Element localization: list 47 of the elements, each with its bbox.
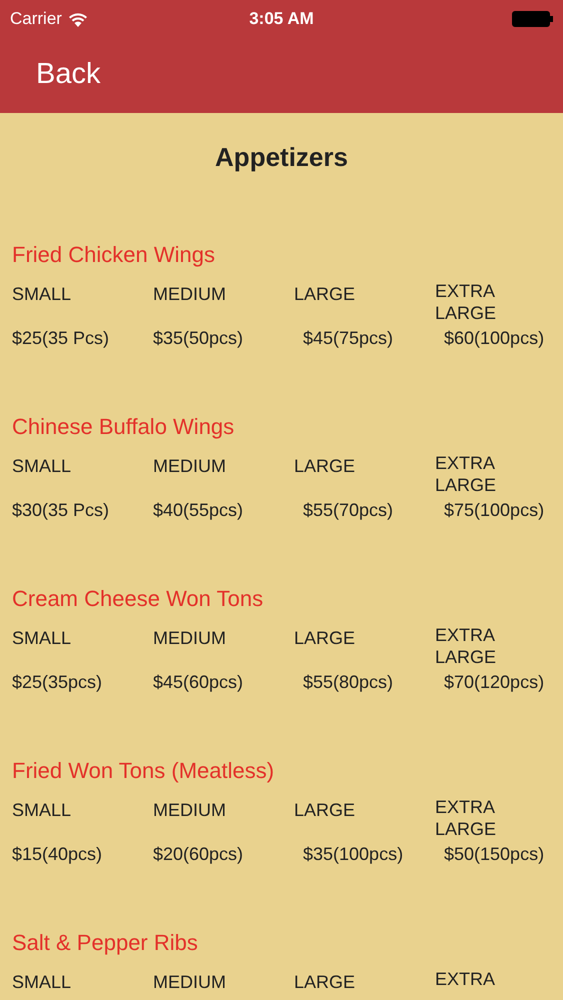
size-label: EXTRA <box>435 968 496 990</box>
page-title: Appetizers <box>215 140 348 174</box>
price-label: $35(100pcs) <box>303 843 404 865</box>
size-label: MEDIUM <box>153 971 226 993</box>
price-label: $25(35 Pcs) <box>12 327 110 349</box>
price-label: $45(75pcs) <box>303 327 394 349</box>
item-name: Fried Won Tons (Meatless) <box>12 757 276 785</box>
price-label: $60(100pcs) <box>444 327 544 349</box>
wifi-icon <box>68 12 88 26</box>
price-label: $15(40pcs) <box>12 843 102 865</box>
price-label: $45(60pcs) <box>153 671 244 693</box>
size-label: MEDIUM <box>153 283 226 305</box>
size-label: LARGE <box>294 455 356 477</box>
size-label: LARGE <box>294 283 356 305</box>
price-label: $40(55pcs) <box>153 499 244 521</box>
item-name: Chinese Buffalo Wings <box>12 413 236 441</box>
size-label: MEDIUM <box>153 627 226 649</box>
size-label: SMALL <box>12 627 72 649</box>
item-name: Fried Chicken Wings <box>12 241 216 269</box>
size-label: LARGE <box>294 627 356 649</box>
size-label: MEDIUM <box>153 799 226 821</box>
size-label: SMALL <box>12 971 72 993</box>
size-label: EXTRA LARGE <box>435 452 498 496</box>
size-label: LARGE <box>294 971 356 993</box>
clock-time: 3:05 AM <box>249 8 314 30</box>
price-label: $75(100pcs) <box>444 499 544 521</box>
price-label: $50(150pcs) <box>444 843 544 865</box>
price-label: $70(120pcs) <box>444 671 544 693</box>
item-name: Cream Cheese Won Tons <box>12 585 264 613</box>
size-label: SMALL <box>12 799 72 821</box>
item-name: Salt & Pepper Ribs <box>12 929 199 957</box>
size-label: EXTRA LARGE <box>435 280 498 324</box>
size-label: LARGE <box>294 799 356 821</box>
price-label: $20(60pcs) <box>153 843 244 865</box>
battery-icon <box>512 11 553 27</box>
size-label: EXTRA LARGE <box>435 624 498 668</box>
carrier-label: Carrier <box>10 8 62 30</box>
price-label: $25(35pcs) <box>12 671 102 693</box>
price-label: $30(35 Pcs) <box>12 499 110 521</box>
back-button[interactable]: Back <box>36 60 100 91</box>
size-label: MEDIUM <box>153 455 226 477</box>
price-label: $55(80pcs) <box>303 671 394 693</box>
price-label: $35(50pcs) <box>153 327 244 349</box>
size-label: SMALL <box>12 283 72 305</box>
size-label: EXTRA LARGE <box>435 796 498 840</box>
size-label: SMALL <box>12 455 72 477</box>
price-label: $55(70pcs) <box>303 499 394 521</box>
